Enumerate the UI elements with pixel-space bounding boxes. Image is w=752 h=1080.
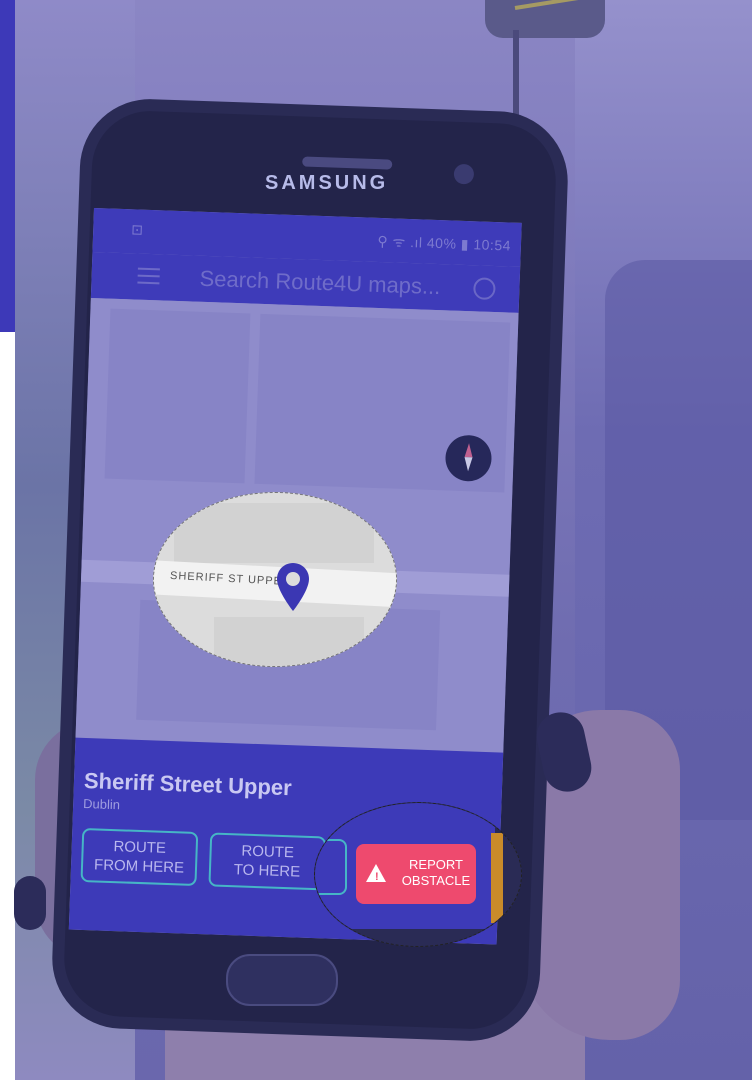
front-camera xyxy=(453,163,475,185)
magnifier-report: ! REPORT OBSTACLE xyxy=(314,802,522,947)
search-icon[interactable] xyxy=(473,277,496,301)
route-to-button-edge xyxy=(315,839,347,895)
report-label: REPORT OBSTACLE xyxy=(396,857,476,889)
map-block xyxy=(174,503,374,563)
route-from-here-button[interactable]: ROUTE FROM HERE xyxy=(80,827,199,886)
report-obstacle-button[interactable]: ! REPORT OBSTACLE xyxy=(356,844,476,904)
route-to-line1: ROUTE xyxy=(241,842,295,862)
place-subtitle: Dublin xyxy=(82,795,121,813)
location-pin-icon[interactable] xyxy=(276,562,310,612)
warning-icon: ! xyxy=(366,864,386,883)
phone-edge xyxy=(491,833,503,923)
route-from-line2: FROM HERE xyxy=(93,856,185,877)
map-block xyxy=(214,617,364,666)
earpiece xyxy=(302,156,393,170)
report-line1: REPORT xyxy=(409,857,463,872)
car xyxy=(485,0,605,38)
magnifier-street: SHERIFF ST UPPER xyxy=(153,492,397,667)
map-block xyxy=(104,308,251,484)
route-from-line1: ROUTE xyxy=(113,838,167,857)
pole xyxy=(513,30,519,120)
route-to-line2: TO HERE xyxy=(233,861,301,881)
status-indicators: ⚲ ᯤ .ıl 40% ▮ 10:54 xyxy=(377,232,512,254)
notification-icon: ⊡ xyxy=(130,221,144,238)
fingernail xyxy=(14,876,46,930)
home-button[interactable] xyxy=(226,954,338,1006)
accent-bar xyxy=(0,0,15,332)
report-line2: OBSTACLE xyxy=(401,873,471,888)
phone-brand: SAMSUNG xyxy=(265,172,389,194)
search-input[interactable]: Search Route4U maps... xyxy=(199,266,441,300)
route-to-here-button[interactable]: ROUTE TO HERE xyxy=(208,832,327,891)
menu-icon[interactable] xyxy=(137,267,160,285)
